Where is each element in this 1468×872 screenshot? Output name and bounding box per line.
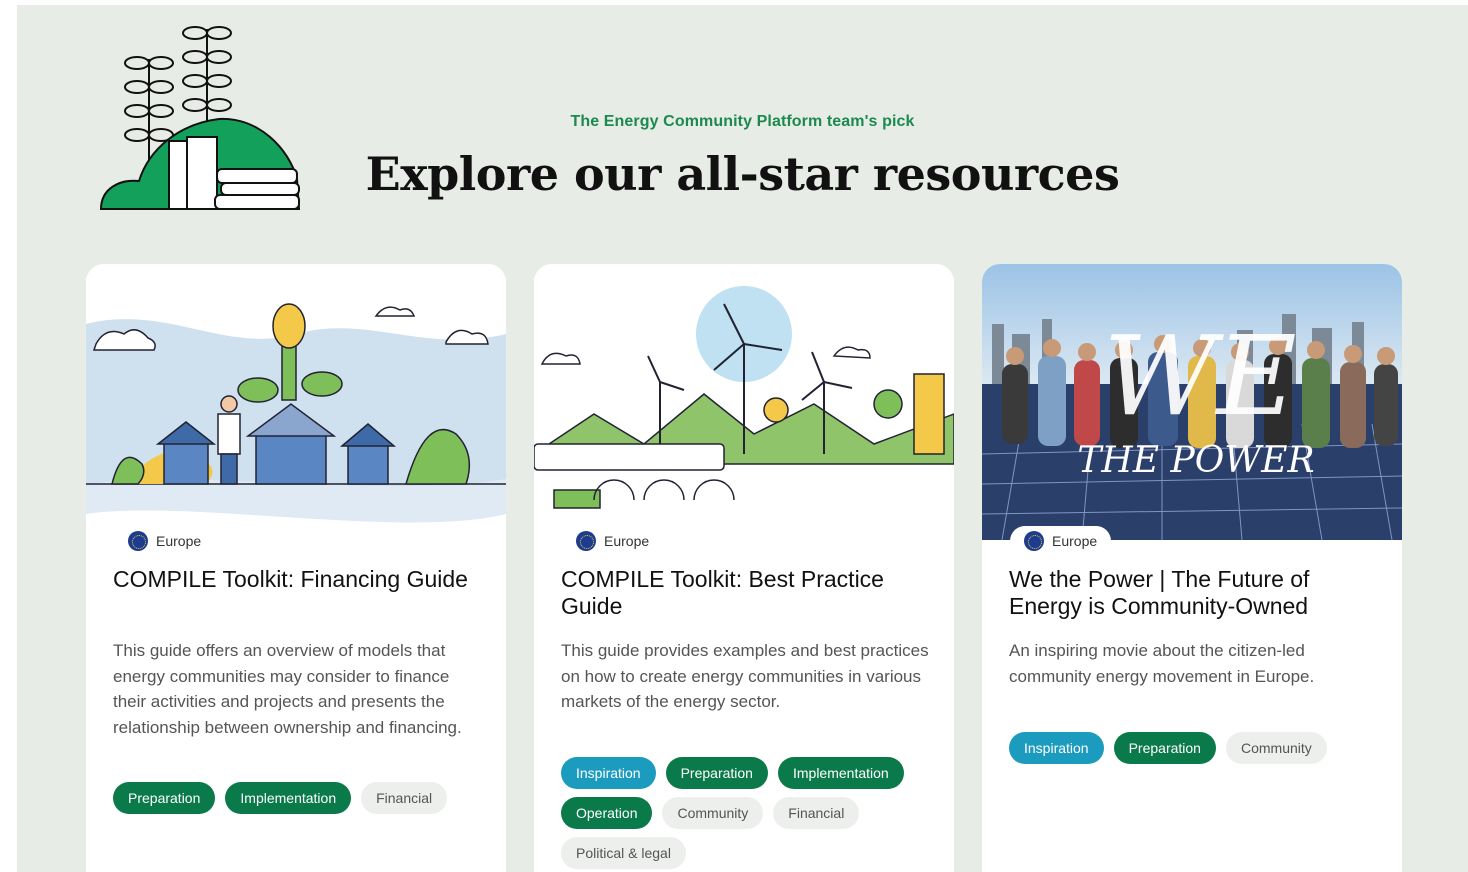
card-description: This guide provides examples and best pr… [561,641,929,711]
the-power-overlay: THE POWER [1077,440,1314,481]
resource-card[interactable]: WE THE POWER Europe We the Power | The F… [982,264,1402,872]
best-practice-illustration [534,264,954,540]
resource-card[interactable]: Europe COMPILE Toolkit: Financing Guide … [86,264,506,872]
resources-section: The Energy Community Platform team's pic… [17,5,1468,872]
region-label: Europe [604,533,650,549]
tag-list: Preparation Implementation Financial [113,782,493,814]
section-eyebrow: The Energy Community Platform team's pic… [570,113,915,130]
card-description: This guide offers an overview of models … [113,641,462,737]
card-title[interactable]: We the Power | The Future of Energy is C… [1009,566,1379,620]
tag-financial[interactable]: Financial [773,797,860,829]
we-title-overlay: WE [1103,312,1296,440]
tag-political-legal[interactable]: Political & legal [561,837,686,869]
tag-implementation[interactable]: Implementation [225,782,352,814]
tag-financial[interactable]: Financial [361,782,448,814]
tag-community[interactable]: Community [1225,732,1327,764]
eu-flag-icon [128,531,148,551]
tag-community[interactable]: Community [662,797,764,829]
tag-implementation[interactable]: Implementation [777,757,904,789]
tag-inspiration[interactable]: Inspiration [561,757,656,789]
eu-flag-icon [576,531,596,551]
tag-preparation[interactable]: Preparation [665,757,768,789]
tag-list: Inspiration Preparation Implementation O… [561,757,933,869]
region-label: Europe [156,533,202,549]
tag-operation[interactable]: Operation [561,797,653,829]
we-the-power-photo: WE THE POWER [982,264,1402,540]
financing-guide-illustration [86,264,506,540]
region-label: Europe [1052,533,1098,549]
section-title: Explore our all-star resources [365,147,1120,201]
card-title[interactable]: COMPILE Toolkit: Best Practice Guide [561,566,931,620]
tag-list: Inspiration Preparation Community [1009,732,1389,764]
region-badge: Europe [114,526,216,556]
region-badge: Europe [1010,526,1112,556]
tag-preparation[interactable]: Preparation [1113,732,1216,764]
region-badge: Europe [562,526,664,556]
card-description: An inspiring movie about the citizen-led… [1009,641,1315,686]
card-title[interactable]: COMPILE Toolkit: Financing Guide [113,566,483,593]
resource-card[interactable]: Europe COMPILE Toolkit: Best Practice Gu… [534,264,954,872]
eu-flag-icon [1024,531,1044,551]
tag-preparation[interactable]: Preparation [113,782,216,814]
tag-inspiration[interactable]: Inspiration [1009,732,1104,764]
